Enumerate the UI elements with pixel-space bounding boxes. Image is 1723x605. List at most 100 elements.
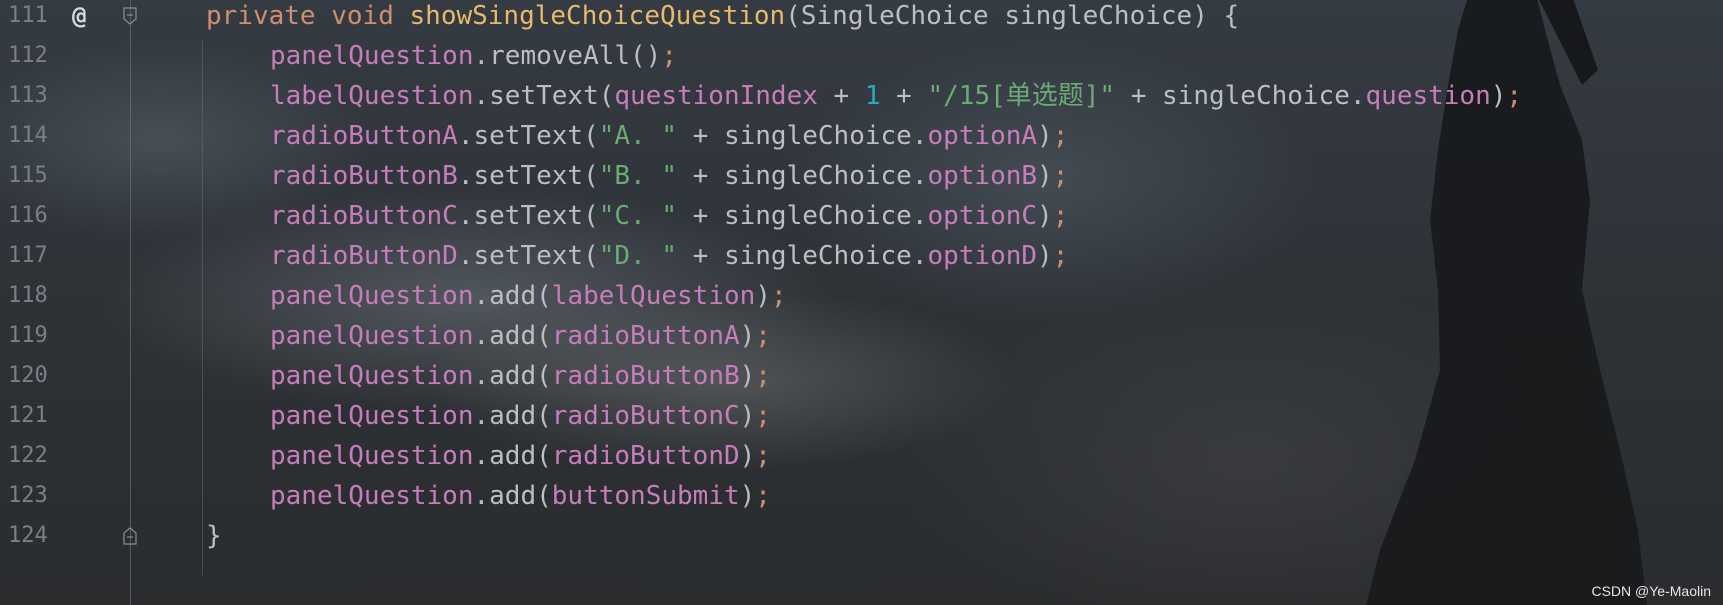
field-ref: radioButtonC bbox=[270, 201, 458, 231]
line-number: 124 bbox=[8, 523, 48, 548]
fold-icon[interactable] bbox=[122, 6, 138, 26]
field-ref: panelQuestion bbox=[270, 401, 474, 431]
code-line[interactable]: 115 radioButtonB.setText("B. " + singleC… bbox=[0, 154, 1723, 198]
paren: ) bbox=[1037, 241, 1053, 271]
field-ref: panelQuestion bbox=[270, 281, 474, 311]
number-literal: 1 bbox=[864, 81, 881, 111]
code-line[interactable]: 121 panelQuestion.add(radioButtonC); bbox=[0, 394, 1723, 438]
line-number: 116 bbox=[8, 203, 48, 228]
method-call: .add( bbox=[473, 361, 552, 391]
string-literal: "B. " bbox=[598, 161, 678, 191]
semicolon: ; bbox=[755, 481, 771, 511]
semicolon: ; bbox=[1506, 81, 1523, 111]
override-marker-icon[interactable]: @ bbox=[72, 0, 86, 38]
code-text[interactable]: radioButtonB.setText("B. " + singleChoic… bbox=[270, 154, 1068, 198]
method-call: .setText( bbox=[457, 201, 599, 231]
member-access: + singleChoice. bbox=[677, 241, 928, 271]
string-literal: "/15[单选题]" bbox=[927, 81, 1116, 111]
paren: ) bbox=[739, 361, 756, 391]
method-call: .add( bbox=[473, 481, 552, 511]
string-literal: "A. " bbox=[598, 121, 678, 151]
code-text[interactable]: radioButtonA.setText("A. " + singleChoic… bbox=[270, 114, 1068, 158]
method-call: .setText( bbox=[457, 241, 599, 271]
field-ref: question bbox=[1365, 81, 1491, 111]
method-call: .setText( bbox=[473, 81, 615, 111]
closing-brace: } bbox=[206, 521, 222, 551]
code-line[interactable]: 124 } bbox=[0, 514, 1723, 558]
field-ref: labelQuestion bbox=[551, 281, 756, 311]
keyword: void bbox=[331, 1, 394, 31]
method-call: .setText( bbox=[457, 161, 599, 191]
code-line[interactable]: 117 radioButtonD.setText("D. " + singleC… bbox=[0, 234, 1723, 278]
semicolon: ; bbox=[755, 321, 771, 351]
semicolon: ; bbox=[1052, 241, 1069, 271]
code-text[interactable]: radioButtonC.setText("C. " + singleChoic… bbox=[270, 194, 1068, 238]
code-line[interactable]: 111 @ private void showSingleChoiceQuest… bbox=[0, 0, 1723, 38]
method-call: .setText( bbox=[457, 121, 599, 151]
field-ref: panelQuestion bbox=[270, 361, 474, 391]
code-text[interactable]: panelQuestion.add(buttonSubmit); bbox=[270, 474, 771, 518]
line-number: 120 bbox=[8, 363, 48, 388]
paren: ) bbox=[1490, 81, 1507, 111]
semicolon: ; bbox=[661, 41, 677, 71]
semicolon: ; bbox=[755, 361, 771, 391]
code-editor[interactable]: 111 @ private void showSingleChoiceQuest… bbox=[0, 0, 1723, 605]
string-literal: "D. " bbox=[598, 241, 678, 271]
method-call: .add( bbox=[473, 281, 552, 311]
field-ref: radioButtonB bbox=[270, 161, 458, 191]
semicolon: ; bbox=[755, 441, 771, 471]
paren: ) bbox=[739, 441, 756, 471]
operator: + bbox=[817, 81, 865, 111]
code-line[interactable]: 116 radioButtonC.setText("C. " + singleC… bbox=[0, 194, 1723, 238]
code-text[interactable]: panelQuestion.add(radioButtonC); bbox=[270, 394, 771, 438]
member-access: + singleChoice. bbox=[677, 201, 928, 231]
field-ref: labelQuestion bbox=[270, 81, 474, 111]
code-line[interactable]: 122 panelQuestion.add(radioButtonD); bbox=[0, 434, 1723, 478]
paren: ) bbox=[1037, 201, 1053, 231]
paren: ) bbox=[1037, 121, 1053, 151]
line-number: 114 bbox=[8, 123, 48, 148]
code-text[interactable]: panelQuestion.removeAll(); bbox=[270, 34, 677, 78]
method-call: .add( bbox=[473, 441, 552, 471]
code-text[interactable]: private void showSingleChoiceQuestion(Si… bbox=[206, 0, 1239, 38]
field-ref: radioButtonA bbox=[551, 321, 740, 351]
field-ref: panelQuestion bbox=[270, 321, 474, 351]
code-line[interactable]: 118 panelQuestion.add(labelQuestion); bbox=[0, 274, 1723, 318]
field-ref: radioButtonC bbox=[551, 401, 740, 431]
code-line[interactable]: 123 panelQuestion.add(buttonSubmit); bbox=[0, 474, 1723, 518]
semicolon: ; bbox=[755, 401, 771, 431]
operator: + bbox=[880, 81, 928, 111]
paren: ) bbox=[739, 321, 756, 351]
code-line[interactable]: 120 panelQuestion.add(radioButtonB); bbox=[0, 354, 1723, 398]
field-ref: panelQuestion bbox=[270, 441, 474, 471]
paren: ) bbox=[755, 281, 771, 311]
keyword: private bbox=[206, 1, 316, 31]
line-number: 119 bbox=[8, 323, 48, 348]
watermark: CSDN @Ye-Maolin bbox=[1591, 583, 1711, 599]
semicolon: ; bbox=[1052, 161, 1069, 191]
code-text[interactable]: labelQuestion.setText(questionIndex + 1 … bbox=[270, 74, 1522, 118]
semicolon: ; bbox=[1052, 121, 1069, 151]
code-line[interactable]: 114 radioButtonA.setText("A. " + singleC… bbox=[0, 114, 1723, 158]
code-text[interactable]: panelQuestion.add(labelQuestion); bbox=[270, 274, 787, 318]
member-access: + singleChoice. bbox=[677, 161, 928, 191]
member-access: + singleChoice. bbox=[1115, 81, 1366, 111]
code-text[interactable]: panelQuestion.add(radioButtonA); bbox=[270, 314, 771, 358]
code-text[interactable]: } bbox=[206, 514, 222, 558]
code-text[interactable]: panelQuestion.add(radioButtonB); bbox=[270, 354, 771, 398]
field-ref: radioButtonB bbox=[551, 361, 740, 391]
member-access: + singleChoice. bbox=[677, 121, 928, 151]
fold-icon[interactable] bbox=[122, 526, 138, 546]
line-number: 123 bbox=[8, 483, 48, 508]
code-text[interactable]: panelQuestion.add(radioButtonD); bbox=[270, 434, 771, 478]
field-ref: panelQuestion bbox=[270, 481, 474, 511]
field-ref: optionB bbox=[927, 161, 1038, 191]
code-line[interactable]: 113 labelQuestion.setText(questionIndex … bbox=[0, 74, 1723, 118]
line-number: 111 bbox=[8, 3, 48, 28]
code-text[interactable]: radioButtonD.setText("D. " + singleChoic… bbox=[270, 234, 1068, 278]
code-line[interactable]: 119 panelQuestion.add(radioButtonA); bbox=[0, 314, 1723, 358]
code-line[interactable]: 112 panelQuestion.removeAll(); bbox=[0, 34, 1723, 78]
line-number: 112 bbox=[8, 43, 48, 68]
field-ref: radioButtonD bbox=[551, 441, 740, 471]
